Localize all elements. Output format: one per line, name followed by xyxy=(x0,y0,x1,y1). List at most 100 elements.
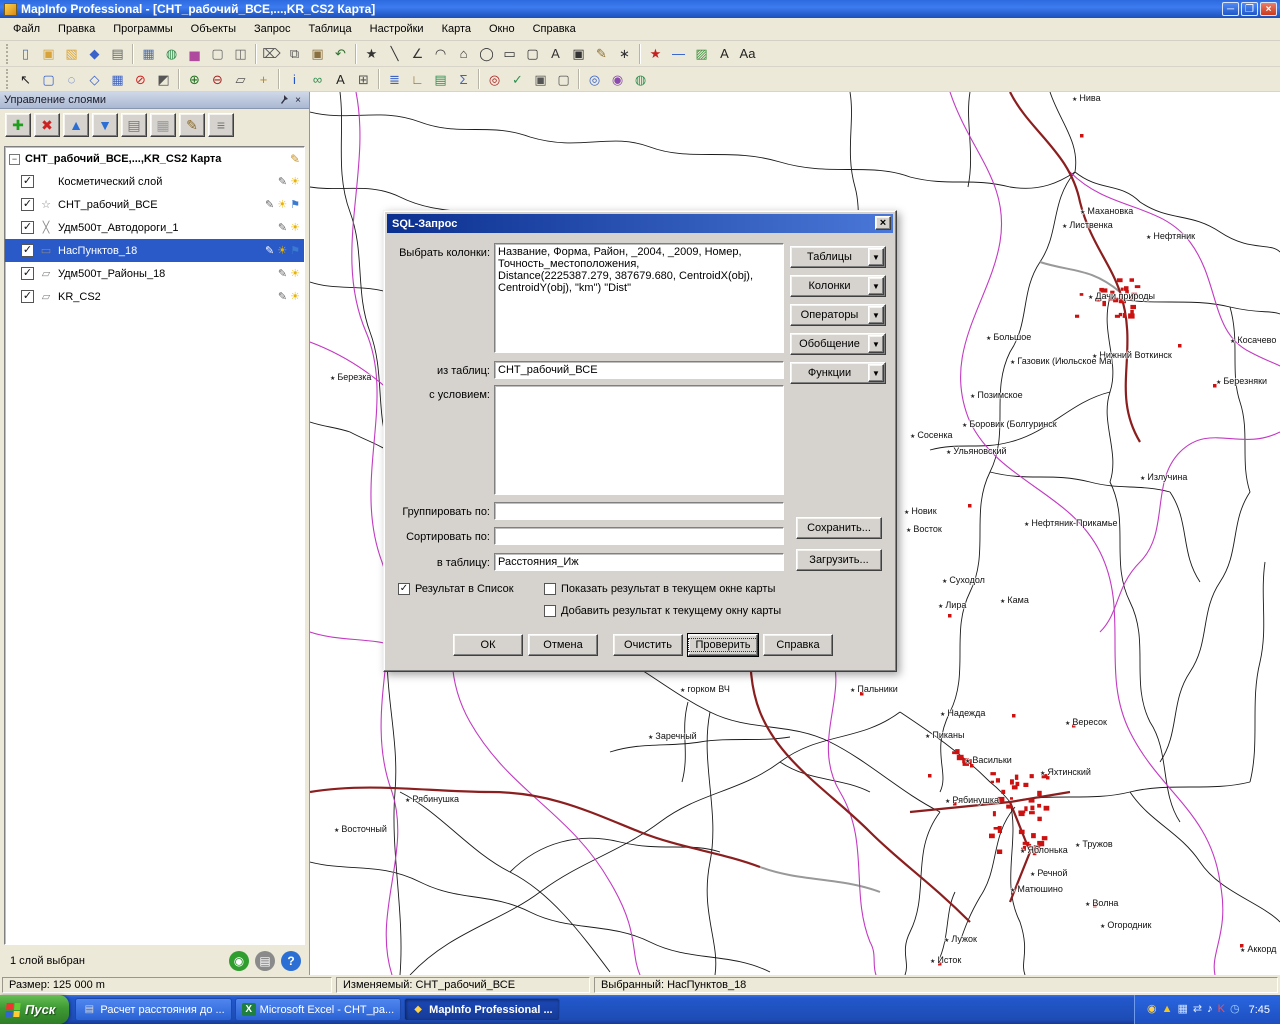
drag-map-window-button[interactable]: ⊞ xyxy=(352,68,375,90)
chevron-down-icon[interactable]: ▼ xyxy=(868,335,884,353)
menu-item-Объекты[interactable]: Объекты xyxy=(182,20,245,38)
polyline-tool-button[interactable]: ∠ xyxy=(406,43,429,65)
chevron-down-icon[interactable]: ▼ xyxy=(868,364,884,382)
layer-row[interactable]: ✓▱KR_CS2✎☀ xyxy=(5,285,304,308)
tag-icon[interactable]: ⚑ xyxy=(290,244,300,257)
start-button[interactable]: Пуск xyxy=(0,995,69,1024)
layer-row[interactable]: ✓╳Удм500т_Автодороги_1✎☀ xyxy=(5,216,304,239)
line-style-button[interactable]: ― xyxy=(667,43,690,65)
sun-icon[interactable]: ☀ xyxy=(277,244,287,257)
restore-button[interactable]: ❐ xyxy=(1241,2,1258,16)
usb-icon[interactable]: ⇄ xyxy=(1193,1004,1202,1015)
layer-properties-button[interactable]: ▤ xyxy=(121,113,147,137)
layer-tree-root[interactable]: − СНТ_рабочий_ВСЕ,...,KR_CS2 Карта ✎ xyxy=(5,147,304,170)
new-layout-button[interactable]: ▢ xyxy=(206,43,229,65)
sun-icon[interactable]: ☀ xyxy=(290,290,300,303)
menu-item-Справка[interactable]: Справка xyxy=(524,20,585,38)
save-template-button[interactable]: Сохранить... xyxy=(796,517,882,539)
layer-row[interactable]: ✓▱Удм500т_Районы_18✎☀ xyxy=(5,262,304,285)
pan-button[interactable]: + xyxy=(252,68,275,90)
dialog-close-icon[interactable]: × xyxy=(875,216,891,230)
show-legend-button[interactable]: ▤ xyxy=(429,68,452,90)
assign-selected-objects-button[interactable]: ✓ xyxy=(506,68,529,90)
collapse-icon[interactable]: − xyxy=(9,154,20,165)
help-button[interactable]: Справка xyxy=(763,634,833,656)
thematic-map-button[interactable]: ▦ xyxy=(150,113,176,137)
scheduler-icon[interactable]: ◷ xyxy=(1230,1004,1240,1015)
layer-row[interactable]: ✓▭НасПунктов_18✎☀⚑ xyxy=(5,239,304,262)
ruler-button[interactable]: ∟ xyxy=(406,68,429,90)
info-tool-button[interactable]: i xyxy=(283,68,306,90)
label-tool-button[interactable]: A xyxy=(329,68,352,90)
rounded-rect-tool-button[interactable]: ▢ xyxy=(521,43,544,65)
pencil-icon[interactable]: ✎ xyxy=(278,175,287,188)
undo-button[interactable]: ↶ xyxy=(329,43,352,65)
pin-icon[interactable] xyxy=(277,94,291,107)
text-tool-button[interactable]: А xyxy=(544,43,567,65)
sun-icon[interactable]: ☀ xyxy=(277,198,287,211)
move-layer-down-button[interactable]: ▼ xyxy=(92,113,118,137)
save-table-button[interactable]: ◆ xyxy=(83,43,106,65)
combo-Операторы[interactable]: Операторы▼ xyxy=(790,304,886,326)
add-layer-button[interactable]: ✚ xyxy=(5,113,31,137)
layer-visibility-checkbox[interactable]: ✓ xyxy=(21,244,34,257)
move-layer-up-button[interactable]: ▲ xyxy=(63,113,89,137)
from-tables-input[interactable] xyxy=(494,361,784,379)
remove-layer-button[interactable]: ✖ xyxy=(34,113,60,137)
menu-item-Таблица[interactable]: Таблица xyxy=(299,20,360,38)
menu-item-Настройки[interactable]: Настройки xyxy=(361,20,433,38)
chevron-down-icon[interactable]: ▼ xyxy=(868,277,884,295)
copy-button[interactable]: ⧉ xyxy=(283,43,306,65)
world-map-button[interactable]: ◍ xyxy=(629,68,652,90)
show-result-in-map-checkbox[interactable]: Показать результат в текущем окне карты xyxy=(544,583,775,595)
arc-tool-button[interactable]: ◠ xyxy=(429,43,452,65)
close-button[interactable]: × xyxy=(1260,2,1277,16)
volume-icon[interactable]: ♪ xyxy=(1207,1004,1213,1015)
layer-row[interactable]: ✓☆СНТ_рабочий_ВСЕ✎☀⚑ xyxy=(5,193,304,216)
select-button[interactable]: ↖ xyxy=(14,68,37,90)
network-icon[interactable]: ▦ xyxy=(1178,1004,1188,1015)
group-by-input[interactable] xyxy=(494,502,784,520)
layer-visibility-checkbox[interactable]: ✓ xyxy=(21,290,34,303)
panel-close-icon[interactable]: × xyxy=(291,94,305,107)
pencil-icon[interactable]: ✎ xyxy=(265,244,274,257)
layer-control-button[interactable]: ≣ xyxy=(383,68,406,90)
cosmetic-brush-icon[interactable]: ✎ xyxy=(290,152,300,166)
find-selection-button[interactable]: ◉ xyxy=(606,68,629,90)
frame-tool-button[interactable]: ▣ xyxy=(567,43,590,65)
combo-Колонки[interactable]: Колонки▼ xyxy=(790,275,886,297)
new-redistricter-button[interactable]: ◫ xyxy=(229,43,252,65)
menu-item-Файл[interactable]: Файл xyxy=(4,20,49,38)
region-style-button[interactable]: ▨ xyxy=(690,43,713,65)
layer-visibility-checkbox[interactable]: ✓ xyxy=(21,175,34,188)
rectangle-tool-button[interactable]: ▭ xyxy=(498,43,521,65)
layer-order-button[interactable]: ≡ xyxy=(208,113,234,137)
notification-icon[interactable]: ◉ xyxy=(1147,1004,1157,1015)
reshape-button[interactable]: ✎ xyxy=(590,43,613,65)
cancel-button[interactable]: Отмена xyxy=(528,634,598,656)
show-statistics-button[interactable]: Σ xyxy=(452,68,475,90)
label-settings-button[interactable]: ✎ xyxy=(179,113,205,137)
taskbar-task[interactable]: XMicrosoft Excel - СНТ_ра... xyxy=(235,998,401,1021)
menu-item-Карта[interactable]: Карта xyxy=(433,20,480,38)
taskbar-task[interactable]: ◆MapInfo Professional ... xyxy=(404,998,559,1021)
symbol-tool-button[interactable]: ★ xyxy=(360,43,383,65)
open-table-button[interactable]: ▣ xyxy=(37,43,60,65)
layer-visibility-checkbox[interactable]: ✓ xyxy=(21,221,34,234)
combo-Обобщение[interactable]: Обобщение▼ xyxy=(790,333,886,355)
zoom-out-button[interactable]: ⊖ xyxy=(206,68,229,90)
load-template-button[interactable]: Загрузить... xyxy=(796,549,882,571)
font-style-button[interactable]: Аа xyxy=(736,43,759,65)
hotlink-button[interactable]: ∞ xyxy=(306,68,329,90)
sun-icon[interactable]: ☀ xyxy=(290,221,300,234)
paste-button[interactable]: ▣ xyxy=(306,43,329,65)
change-view-button[interactable]: ▱ xyxy=(229,68,252,90)
browse-table-button[interactable]: ▤ xyxy=(255,951,275,971)
where-input[interactable] xyxy=(494,385,784,495)
polygon-select-button[interactable]: ◇ xyxy=(83,68,106,90)
update-icon[interactable]: ▲ xyxy=(1162,1004,1173,1015)
combo-Таблицы[interactable]: Таблицы▼ xyxy=(790,246,886,268)
antivirus-icon[interactable]: K xyxy=(1218,1004,1225,1015)
menu-item-Запрос[interactable]: Запрос xyxy=(245,20,299,38)
menu-item-Окно[interactable]: Окно xyxy=(480,20,524,38)
